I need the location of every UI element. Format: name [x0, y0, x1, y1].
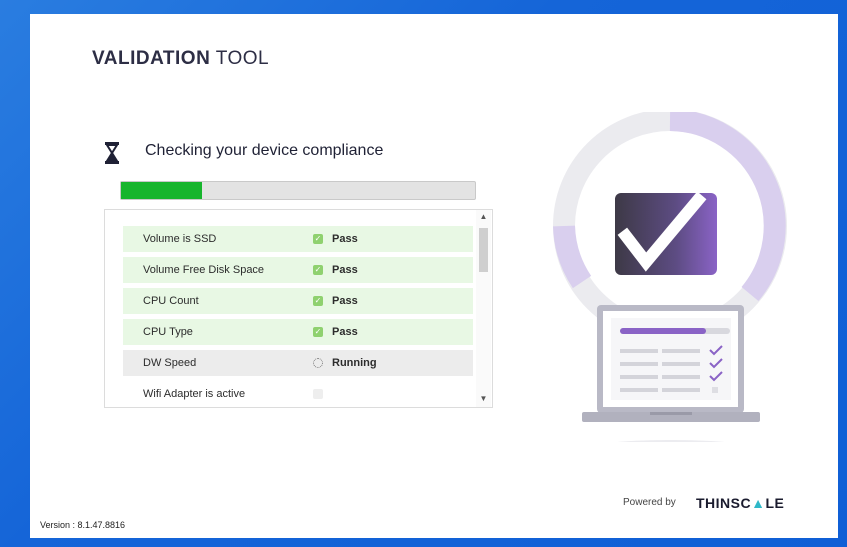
- list-item-name: CPU Type: [143, 326, 193, 338]
- powered-by-label: Powered by: [623, 497, 676, 508]
- list-item-status: Pass: [332, 264, 358, 276]
- scrollbar[interactable]: ▲ ▼: [476, 210, 491, 407]
- pending-icon: [313, 389, 323, 399]
- list-item: CPU Type ✓ Pass: [123, 319, 473, 345]
- list-item: Wifi Adapter is active: [123, 381, 473, 407]
- app-title: VALIDATION TOOL: [92, 48, 270, 69]
- list-item-status: Running: [332, 357, 377, 369]
- laptop-checklist-illustration: [553, 112, 787, 442]
- checkmark-icon: ✓: [313, 327, 323, 337]
- list-item: Volume is SSD ✓ Pass: [123, 226, 473, 252]
- list-item-status: Pass: [332, 295, 358, 307]
- list-item: Volume Free Disk Space ✓ Pass: [123, 257, 473, 283]
- check-list[interactable]: Volume is SSD ✓ Pass Volume Free Disk Space…: [104, 209, 493, 408]
- list-item-status: Pass: [332, 233, 358, 245]
- progress-bar: [120, 181, 476, 200]
- checkmark-icon: ✓: [313, 296, 323, 306]
- thinscale-logo: THINSC▲LE: [696, 495, 785, 511]
- version-label: Version : 8.1.47.8816: [40, 520, 126, 530]
- hourglass-icon: [105, 142, 119, 164]
- scroll-up-arrow-icon[interactable]: ▲: [479, 212, 488, 221]
- checkmark-icon: ✓: [313, 265, 323, 275]
- list-item: CPU Count ✓ Pass: [123, 288, 473, 314]
- list-item-name: CPU Count: [143, 295, 199, 307]
- scroll-thumb[interactable]: [479, 228, 488, 272]
- spinner-icon: [313, 358, 323, 368]
- page-heading: Checking your device compliance: [145, 142, 384, 159]
- list-item-name: Volume Free Disk Space: [143, 264, 265, 276]
- list-item-name: DW Speed: [143, 357, 197, 369]
- progress-bar-fill: [121, 182, 203, 199]
- list-item-name: Volume is SSD: [143, 233, 217, 245]
- list-item: DW Speed Running: [123, 350, 473, 376]
- list-item-name: Wifi Adapter is active: [143, 388, 246, 400]
- checkmark-icon: ✓: [313, 234, 323, 244]
- main-panel: VALIDATION TOOL Checking your device com…: [30, 14, 838, 538]
- list-item-status: Pass: [332, 326, 358, 338]
- scroll-down-arrow-icon[interactable]: ▼: [479, 394, 488, 403]
